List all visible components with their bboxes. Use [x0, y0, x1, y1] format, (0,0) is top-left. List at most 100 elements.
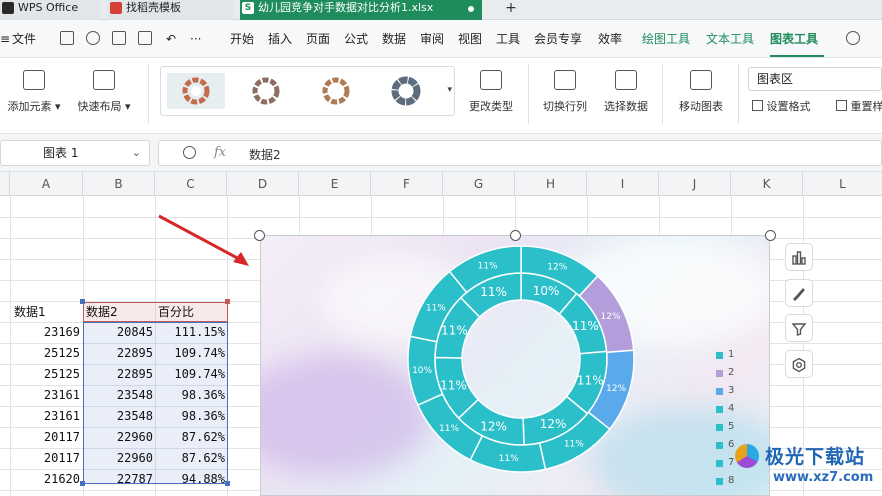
tab-templates[interactable]: 找稻壳模板: [108, 0, 233, 20]
table-cell[interactable]: 98.36%: [155, 385, 225, 406]
table-cell[interactable]: 22960: [83, 448, 153, 469]
legend-entry[interactable]: 4: [716, 400, 756, 418]
table-cell[interactable]: 111.15%: [155, 322, 225, 343]
search-icon[interactable]: [846, 31, 860, 45]
table-cell[interactable]: 87.62%: [155, 427, 225, 448]
chart-style-4[interactable]: [377, 73, 435, 109]
name-box[interactable]: 图表 1 ⌄: [0, 140, 150, 166]
chart-filter-button[interactable]: [785, 314, 813, 342]
quick-layout-button[interactable]: 快速布局 ▾: [74, 70, 134, 114]
column-header-b[interactable]: B: [83, 172, 155, 196]
cell-header-percent[interactable]: 百分比: [158, 302, 194, 323]
table-cell[interactable]: 22895: [83, 343, 153, 364]
column-header-g[interactable]: G: [443, 172, 515, 196]
format-painter-icon[interactable]: [86, 31, 100, 45]
chart-element-select[interactable]: 图表区: [748, 67, 882, 91]
tab-wps-office[interactable]: WPS Office: [0, 0, 100, 20]
menu-file[interactable]: 文件: [12, 31, 36, 47]
switch-row-col-button[interactable]: 切换行列: [536, 70, 594, 114]
menu-view[interactable]: 视图: [458, 31, 482, 47]
range-handle[interactable]: [225, 481, 230, 486]
print-preview-icon[interactable]: [138, 31, 152, 45]
undo-icon[interactable]: ↶: [166, 31, 176, 47]
fx-icon[interactable]: fx: [214, 145, 226, 160]
menu-formula[interactable]: 公式: [344, 31, 368, 47]
chart-style-button[interactable]: [785, 279, 813, 307]
chart-elements-button[interactable]: [785, 243, 813, 271]
column-header-a[interactable]: A: [10, 172, 83, 196]
resize-handle[interactable]: [254, 230, 265, 241]
menu-efficiency[interactable]: 效率: [598, 31, 622, 47]
menu-hamburger-icon[interactable]: ≡: [0, 31, 10, 47]
change-type-button[interactable]: 更改类型: [462, 70, 520, 114]
save-icon[interactable]: [60, 31, 74, 45]
table-cell[interactable]: 23161: [10, 385, 80, 406]
column-header-c[interactable]: C: [155, 172, 227, 196]
table-cell[interactable]: 22895: [83, 364, 153, 385]
gallery-more-icon[interactable]: ▾: [447, 85, 452, 95]
chart-settings-button[interactable]: [785, 350, 813, 378]
chart-style-2[interactable]: [237, 73, 295, 109]
legend-entry[interactable]: 5: [716, 418, 756, 436]
menu-insert[interactable]: 插入: [268, 31, 292, 47]
table-cell[interactable]: 94.88%: [155, 469, 225, 490]
column-header-d[interactable]: D: [227, 172, 299, 196]
chart-style-1[interactable]: [167, 73, 225, 109]
table-cell[interactable]: 20845: [83, 322, 153, 343]
column-header-l[interactable]: L: [803, 172, 882, 196]
tab-current-file[interactable]: S 幼儿园竞争对手数据对比分析1.xlsx: [240, 0, 482, 20]
menu-page[interactable]: 页面: [306, 31, 330, 47]
table-cell[interactable]: 23161: [10, 406, 80, 427]
table-cell[interactable]: 20117: [10, 427, 80, 448]
column-header-e[interactable]: E: [299, 172, 371, 196]
cell-header-data2[interactable]: 数据2: [86, 302, 118, 323]
new-tab-button[interactable]: + ⌄: [487, 0, 517, 32]
range-handle[interactable]: [80, 299, 85, 304]
column-header-h[interactable]: H: [515, 172, 587, 196]
formula-input[interactable]: fx 数据2: [158, 140, 882, 166]
select-all-corner[interactable]: [0, 172, 10, 196]
menu-member[interactable]: 会员专享: [534, 31, 582, 47]
menu-data[interactable]: 数据: [382, 31, 406, 47]
table-cell[interactable]: 98.36%: [155, 406, 225, 427]
menu-chart-tools[interactable]: 图表工具: [770, 31, 818, 47]
legend-entry[interactable]: 1: [716, 346, 756, 364]
doughnut-chart[interactable]: 标题 10%11%11%12%12%11%11%11%12%12%12%11%1…: [260, 235, 770, 496]
more-icon[interactable]: ···: [190, 31, 201, 47]
add-element-button[interactable]: 添加元素 ▾: [4, 70, 64, 114]
table-cell[interactable]: 23169: [10, 322, 80, 343]
set-format-button[interactable]: 设置格式: [752, 98, 822, 114]
zoom-icon[interactable]: [183, 146, 196, 159]
menu-home[interactable]: 开始: [230, 31, 254, 47]
table-cell[interactable]: 20117: [10, 448, 80, 469]
table-cell[interactable]: 25125: [10, 343, 80, 364]
menu-review[interactable]: 审阅: [420, 31, 444, 47]
table-cell[interactable]: 23548: [83, 406, 153, 427]
legend-entry[interactable]: 3: [716, 382, 756, 400]
table-cell[interactable]: 21620: [10, 469, 80, 490]
chart-style-3[interactable]: [307, 73, 365, 109]
table-cell[interactable]: 109.74%: [155, 343, 225, 364]
menu-tools[interactable]: 工具: [496, 31, 520, 47]
resize-handle[interactable]: [510, 230, 521, 241]
menu-drawing-tools[interactable]: 绘图工具: [642, 31, 690, 47]
legend-entry[interactable]: 2: [716, 364, 756, 382]
table-cell[interactable]: 22960: [83, 427, 153, 448]
column-header-i[interactable]: I: [587, 172, 659, 196]
range-handle[interactable]: [225, 299, 230, 304]
table-cell[interactable]: 22787: [83, 469, 153, 490]
table-cell[interactable]: 25125: [10, 364, 80, 385]
move-chart-button[interactable]: 移动图表: [672, 70, 730, 114]
cell-header-data1[interactable]: 数据1: [14, 302, 46, 323]
column-header-f[interactable]: F: [371, 172, 443, 196]
table-cell[interactable]: 87.62%: [155, 448, 225, 469]
reset-style-button[interactable]: 重置样: [836, 98, 882, 114]
menu-text-tools[interactable]: 文本工具: [706, 31, 754, 47]
select-data-button[interactable]: 选择数据: [598, 70, 654, 114]
column-header-k[interactable]: K: [731, 172, 803, 196]
print-icon[interactable]: [112, 31, 126, 45]
table-cell[interactable]: 23548: [83, 385, 153, 406]
table-cell[interactable]: 109.74%: [155, 364, 225, 385]
resize-handle[interactable]: [765, 230, 776, 241]
column-header-j[interactable]: J: [659, 172, 731, 196]
